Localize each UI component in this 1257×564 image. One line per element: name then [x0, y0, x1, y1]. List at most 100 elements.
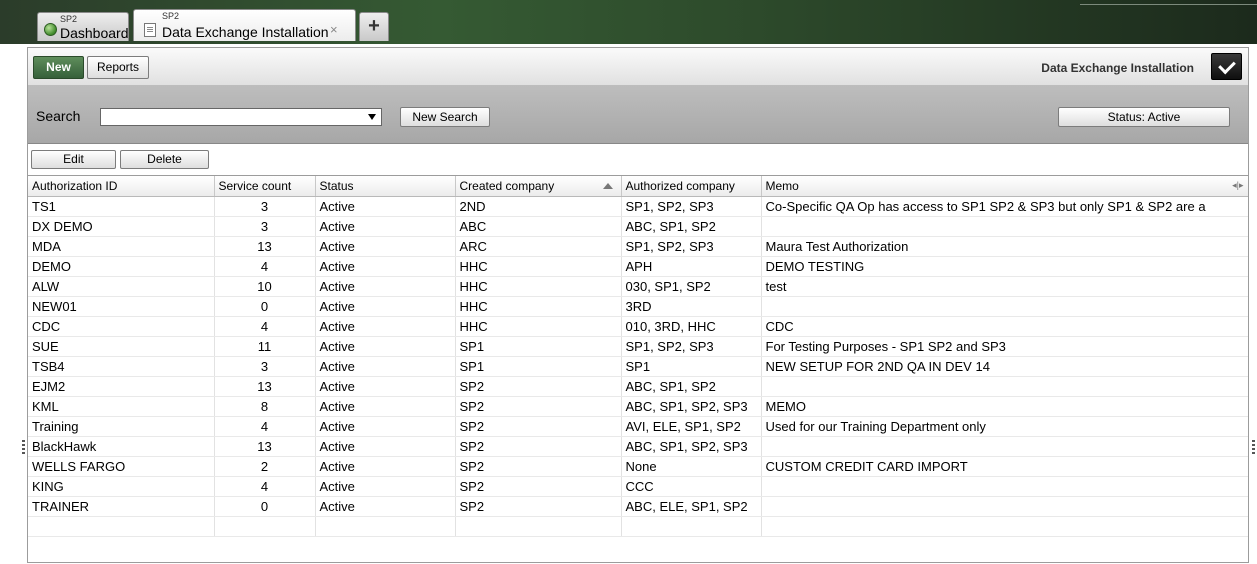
- authorized-company-cell: SP1: [621, 356, 762, 377]
- status-cell: Active: [315, 436, 456, 457]
- status-cell: Active: [315, 216, 456, 237]
- created-company-cell: SP2: [455, 396, 622, 417]
- status-cell: Active: [315, 416, 456, 437]
- authorized-company-cell: ABC, SP1, SP2, SP3: [621, 436, 762, 457]
- table-row[interactable]: KML 8 Active SP2 ABC, SP1, SP2, SP3 MEMO: [28, 396, 1248, 417]
- service-count-cell: 13: [214, 436, 316, 457]
- created-company-cell: HHC: [455, 296, 622, 317]
- authorization-id-cell: TRAINER: [28, 496, 215, 517]
- empty-cell: [455, 516, 622, 537]
- authorization-id-cell: DEMO: [28, 256, 215, 277]
- table-row[interactable]: BlackHawk 13 Active SP2 ABC, SP1, SP2, SP3: [28, 436, 1248, 457]
- created-company-cell: HHC: [455, 276, 622, 297]
- status-cell: Active: [315, 376, 456, 397]
- search-bar: Search New Search Status: Active: [28, 86, 1248, 144]
- empty-cell: [214, 516, 316, 537]
- memo-cell: DEMO TESTING: [761, 256, 1248, 277]
- authorization-id-cell: Training: [28, 416, 215, 437]
- reports-button[interactable]: Reports: [87, 56, 149, 79]
- authorization-id-cell: ALW: [28, 276, 215, 297]
- column-header-status[interactable]: Status: [315, 176, 456, 197]
- created-company-cell: SP1: [455, 356, 622, 377]
- service-count-cell: 4: [214, 476, 316, 497]
- authorization-id-cell: KING: [28, 476, 215, 497]
- edit-button[interactable]: Edit: [31, 150, 116, 169]
- created-company-cell: 2ND: [455, 196, 622, 217]
- add-tab-button[interactable]: +: [359, 12, 389, 41]
- service-count-cell: 4: [214, 316, 316, 337]
- service-count-cell: 3: [214, 196, 316, 217]
- created-company-cell: ARC: [455, 236, 622, 257]
- memo-cell: test: [761, 276, 1248, 297]
- close-icon[interactable]: ×: [330, 22, 338, 37]
- created-company-cell: SP1: [455, 336, 622, 357]
- service-count-cell: 13: [214, 236, 316, 257]
- search-combobox[interactable]: [100, 108, 382, 126]
- empty-cell: [315, 516, 456, 537]
- authorized-company-cell: SP1, SP2, SP3: [621, 336, 762, 357]
- authorization-id-cell: TS1: [28, 196, 215, 217]
- table-row[interactable]: NEW01 0 Active HHC 3RD: [28, 296, 1248, 317]
- table-row[interactable]: SUE 11 Active SP1 SP1, SP2, SP3 For Testing P…: [28, 336, 1248, 357]
- memo-cell: MEMO: [761, 396, 1248, 417]
- created-company-cell: HHC: [455, 256, 622, 277]
- table-row[interactable]: DX DEMO 3 Active ABC ABC, SP1, SP2: [28, 216, 1248, 237]
- authorized-company-cell: SP1, SP2, SP3: [621, 196, 762, 217]
- authorization-id-cell: SUE: [28, 336, 215, 357]
- authorization-id-cell: NEW01: [28, 296, 215, 317]
- memo-cell: Used for our Training Department only: [761, 416, 1248, 437]
- memo-cell: CDC: [761, 316, 1248, 337]
- table-row-empty: [28, 516, 1248, 537]
- service-count-cell: 2: [214, 456, 316, 477]
- search-input[interactable]: [103, 110, 353, 124]
- status-cell: Active: [315, 356, 456, 377]
- table-row[interactable]: KING 4 Active SP2 CCC: [28, 476, 1248, 497]
- memo-cell: [761, 296, 1248, 317]
- column-header-created-company[interactable]: Created company: [455, 176, 622, 197]
- status-dot-icon: [44, 23, 57, 36]
- right-resize-handle[interactable]: [1252, 440, 1255, 454]
- empty-cell: [761, 516, 1248, 537]
- column-header-authorization-id[interactable]: Authorization ID: [28, 176, 215, 197]
- column-header-authorized-company[interactable]: Authorized company: [621, 176, 762, 197]
- table-row[interactable]: TSB4 3 Active SP1 SP1 NEW SETUP FOR 2ND QA IN…: [28, 356, 1248, 377]
- authorized-company-cell: ABC, SP1, SP2: [621, 216, 762, 237]
- authorized-company-cell: AVI, ELE, SP1, SP2: [621, 416, 762, 437]
- table-row[interactable]: EJM2 13 Active SP2 ABC, SP1, SP2: [28, 376, 1248, 397]
- column-header-memo[interactable]: Memo ◂|▸: [761, 176, 1248, 197]
- memo-cell: Co-Specific QA Op has access to SP1 SP2 …: [761, 196, 1248, 217]
- status-filter-button[interactable]: Status: Active: [1058, 107, 1230, 127]
- service-count-cell: 13: [214, 376, 316, 397]
- tab-bar: SP2 Dashboard SP2 Data Exchange Installa…: [0, 0, 1257, 44]
- table-row[interactable]: TRAINER 0 Active SP2 ABC, ELE, SP1, SP2: [28, 496, 1248, 517]
- authorization-id-cell: MDA: [28, 236, 215, 257]
- table-row[interactable]: TS1 3 Active 2ND SP1, SP2, SP3 Co-Specific QA…: [28, 196, 1248, 217]
- service-count-cell: 4: [214, 256, 316, 277]
- left-resize-handle[interactable]: [22, 440, 25, 454]
- tab-data-exchange-installation[interactable]: SP2 Data Exchange Installation ×: [133, 9, 356, 41]
- authorized-company-cell: 010, 3RD, HHC: [621, 316, 762, 337]
- column-header-service-count[interactable]: Service count: [214, 176, 316, 197]
- toolbar: New Reports Data Exchange Installation: [28, 48, 1248, 86]
- tab-dei-sub: SP2: [162, 11, 180, 21]
- table-row[interactable]: Training 4 Active SP2 AVI, ELE, SP1, SP2 Used…: [28, 416, 1248, 437]
- table-row[interactable]: ALW 10 Active HHC 030, SP1, SP2 test: [28, 276, 1248, 297]
- authorized-company-cell: 030, SP1, SP2: [621, 276, 762, 297]
- table-row[interactable]: WELLS FARGO 2 Active SP2 None CUSTOM CREDIT C…: [28, 456, 1248, 477]
- service-count-cell: 3: [214, 216, 316, 237]
- authorization-id-cell: BlackHawk: [28, 436, 215, 457]
- delete-button[interactable]: Delete: [120, 150, 209, 169]
- tab-dashboard[interactable]: SP2 Dashboard: [37, 12, 129, 41]
- column-resize-icon[interactable]: ◂|▸: [1232, 180, 1243, 191]
- new-button[interactable]: New: [33, 56, 84, 79]
- table-row[interactable]: DEMO 4 Active HHC APH DEMO TESTING: [28, 256, 1248, 277]
- table-row[interactable]: MDA 13 Active ARC SP1, SP2, SP3 Maura Test Au…: [28, 236, 1248, 257]
- memo-cell: [761, 496, 1248, 517]
- table-row[interactable]: CDC 4 Active HHC 010, 3RD, HHC CDC: [28, 316, 1248, 337]
- new-search-button[interactable]: New Search: [400, 107, 490, 127]
- status-cell: Active: [315, 496, 456, 517]
- authorized-company-cell: ABC, SP1, SP2: [621, 376, 762, 397]
- chevron-down-icon[interactable]: [368, 114, 376, 120]
- service-count-cell: 10: [214, 276, 316, 297]
- checkmark-icon[interactable]: [1211, 53, 1242, 80]
